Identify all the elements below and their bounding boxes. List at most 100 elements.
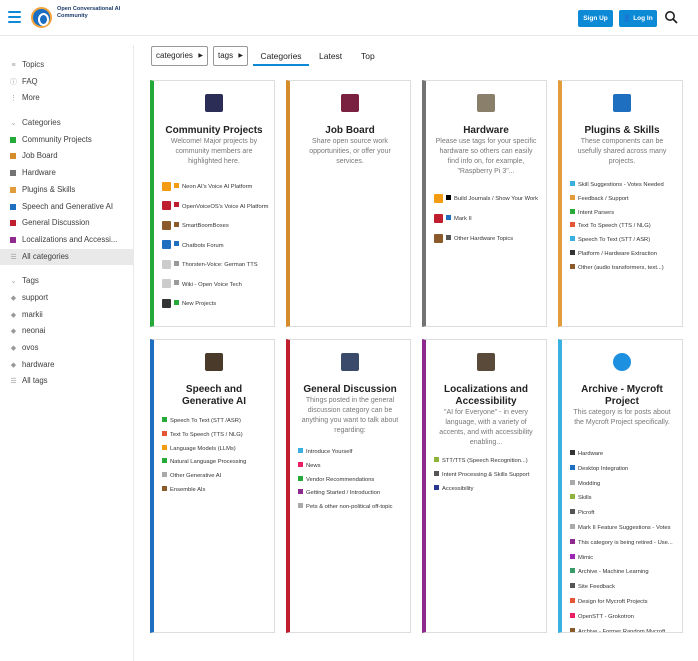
subcategory-link[interactable]: OpenSTT - Grokotron (570, 611, 678, 624)
subcategory-link[interactable]: Site Feedback (570, 581, 678, 594)
subcategory-link[interactable]: Intent Parsers (570, 207, 678, 220)
sidebar-tag-item[interactable]: ◆ neonai (0, 323, 133, 340)
subcategory-link[interactable]: Archive - Former Random Mycroft... (570, 626, 678, 632)
tab-top[interactable]: Top (361, 46, 375, 66)
sidebar-tag-item[interactable]: ◆ support (0, 290, 133, 307)
subcategory-link[interactable]: Text To Speech (TTS / NLG) (570, 220, 678, 233)
sidebar-tag-item[interactable]: ◆ hardware (0, 357, 133, 374)
tab-latest[interactable]: Latest (319, 46, 342, 66)
subcategory-label: Chatbots Forum (182, 242, 224, 249)
subcategory-link[interactable]: Accessibility (434, 483, 542, 496)
subcategory-link[interactable]: News (298, 460, 406, 473)
sidebar-category-item[interactable]: Plugins & Skills (0, 182, 133, 199)
category-card[interactable]: Speech and Generative AI Speech To Text (… (150, 339, 275, 633)
subcategory-link[interactable]: Skill Suggestions - Votes Needed (570, 179, 678, 192)
subcategory-link[interactable]: Chatbots Forum (162, 240, 270, 253)
tags-dropdown[interactable]: tags ▶ (213, 46, 248, 66)
category-card[interactable]: Plugins & Skills These components can be … (558, 80, 683, 327)
category-card[interactable]: Hardware Please use tags for your specifi… (422, 80, 547, 327)
subcategory-link[interactable]: Hardware (570, 448, 678, 461)
sidebar-category-item[interactable]: Job Board (0, 148, 133, 165)
hamburger-menu-icon[interactable] (8, 11, 21, 23)
subcategory-link[interactable]: Natural Language Processing (162, 456, 270, 469)
subcategory-link[interactable]: Desktop Integration (570, 463, 678, 476)
subcategory-link[interactable]: Neon AI's Voice AI Platform (162, 181, 270, 194)
category-title[interactable]: Speech and Generative AI (168, 384, 260, 408)
search-icon[interactable] (664, 10, 678, 24)
chevron-down-icon: ⌄ (10, 278, 17, 286)
sidebar-category-item[interactable]: Hardware (0, 165, 133, 182)
category-title[interactable]: Job Board (290, 125, 410, 137)
category-title[interactable]: Hardware (426, 125, 546, 137)
subcategory-link[interactable]: New Projects (162, 298, 270, 311)
subcategory-link[interactable]: Other Hardware Topics (434, 233, 542, 246)
list-icon: ☰ (10, 378, 17, 386)
category-description: Welcome! Major projects by community mem… (170, 138, 258, 165)
sidebar-category-item[interactable]: Speech and Generative AI (0, 199, 133, 216)
subcategory-link[interactable]: SmartBoomBoxes (162, 220, 270, 233)
subcategory-link[interactable]: Other Generative AI (162, 470, 270, 483)
sidebar-category-item[interactable]: Community Projects (0, 132, 133, 149)
subcategory-link[interactable]: Speech To Text (STT /ASR) (162, 415, 270, 428)
subcategory-link[interactable]: Wiki - Open Voice Tech (162, 279, 270, 292)
sidebar-category-item[interactable]: General Discussion (0, 215, 133, 232)
subcategory-link[interactable]: Mimic (570, 552, 678, 565)
sidebar-item-faq[interactable]: ⓘ FAQ (0, 74, 133, 91)
sidebar-category-item[interactable]: ☰ All categories (0, 248, 133, 266)
category-title[interactable]: Community Projects (154, 125, 274, 137)
log-in-button[interactable]: 👤 Log In (619, 10, 657, 27)
subcategory-link[interactable]: Ensemble AIs (162, 484, 270, 497)
category-title[interactable]: Plugins & Skills (562, 125, 682, 137)
sign-up-button[interactable]: Sign Up (578, 10, 613, 27)
subcategory-link[interactable]: Speech To Text (STT / ASR) (570, 234, 678, 247)
site-logo[interactable] (31, 7, 52, 28)
subcategory-link[interactable]: Language Models (LLMs) (162, 443, 270, 456)
subcategory-link[interactable]: Text To Speech (TTS / NLG) (162, 429, 270, 442)
subcategory-link[interactable]: Skills (570, 492, 678, 505)
subcategory-link[interactable]: Mark II Feature Suggestions - Votes (570, 522, 678, 535)
subcategory-color-swatch (570, 583, 575, 589)
category-title[interactable]: Archive - Mycroft Project (576, 384, 668, 408)
subcategory-link[interactable]: Thorsten-Voice: German TTS (162, 259, 270, 272)
category-card[interactable]: General Discussion Things posted in the g… (286, 339, 411, 633)
subcategory-link[interactable]: STT/TTS (Speech Recognition...) (434, 455, 542, 468)
tag-icon: ◆ (10, 345, 17, 352)
category-card[interactable]: Archive - Mycroft Project This category i… (558, 339, 683, 633)
sidebar-item-more[interactable]: ⋮ More (0, 90, 133, 107)
sidebar-tag-item[interactable]: ◆ ovos (0, 340, 133, 357)
tab-categories[interactable]: Categories (253, 46, 309, 66)
tags-section-toggle[interactable]: ⌄ Tags (0, 273, 133, 290)
subcategory-link[interactable]: Mark II (434, 213, 542, 226)
subcategory-link[interactable]: Intent Processing & Skills Support (434, 469, 542, 482)
category-card[interactable]: Localizations and Accessibility "AI for E… (422, 339, 547, 633)
subcategory-link[interactable]: Getting Started / Introduction (298, 487, 406, 500)
subcategory-link[interactable]: OpenVoiceOS's Voice AI Platform (162, 201, 270, 214)
category-title[interactable]: Localizations and Accessibility (440, 384, 532, 408)
sidebar-tag-item[interactable]: ☰ All tags (0, 373, 133, 390)
subcategory-link[interactable]: Introduce Yourself (298, 446, 406, 459)
category-card[interactable]: Community Projects Welcome! Major project… (150, 80, 275, 327)
subcategory-link[interactable]: Feedback / Support (570, 193, 678, 206)
subcategory-color-swatch (162, 472, 167, 478)
subcategory-link[interactable]: Vendor Recommendations (298, 474, 406, 487)
subcategory-link[interactable]: Platform / Hardware Extraction (570, 248, 678, 261)
subcategory-link[interactable]: This category is being retired - Use... (570, 537, 678, 550)
subcategory-label: STT/TTS (Speech Recognition...) (442, 458, 528, 464)
categories-section-toggle[interactable]: ⌄ Categories (0, 115, 133, 132)
site-name[interactable]: Open Conversational AI Community (57, 6, 127, 20)
subcategory-link[interactable]: Other (audio transformers, text...) (570, 262, 678, 275)
sidebar-item-topics[interactable]: ≡ Topics (0, 57, 133, 74)
subcategory-link[interactable]: Archive - Machine Learning (570, 566, 678, 579)
categories-dropdown[interactable]: categories ▶ (151, 46, 208, 66)
category-color-swatch (10, 236, 16, 243)
subcategory-link[interactable]: Modding (570, 478, 678, 491)
category-card[interactable]: Job Board Share open source work opportun… (286, 80, 411, 327)
sidebar-category-item[interactable]: Localizations and Accessi... (0, 232, 133, 249)
subcategory-color-swatch (570, 553, 575, 559)
subcategory-link[interactable]: Build Journals / Show Your Work (434, 193, 542, 206)
subcategory-link[interactable]: Design for Mycroft Projects (570, 596, 678, 609)
subcategory-link[interactable]: Pets & other non-political off-topic (298, 501, 406, 514)
subcategory-link[interactable]: Picroft (570, 507, 678, 520)
category-title[interactable]: General Discussion (290, 384, 410, 396)
sidebar-tag-item[interactable]: ◆ markii (0, 307, 133, 324)
